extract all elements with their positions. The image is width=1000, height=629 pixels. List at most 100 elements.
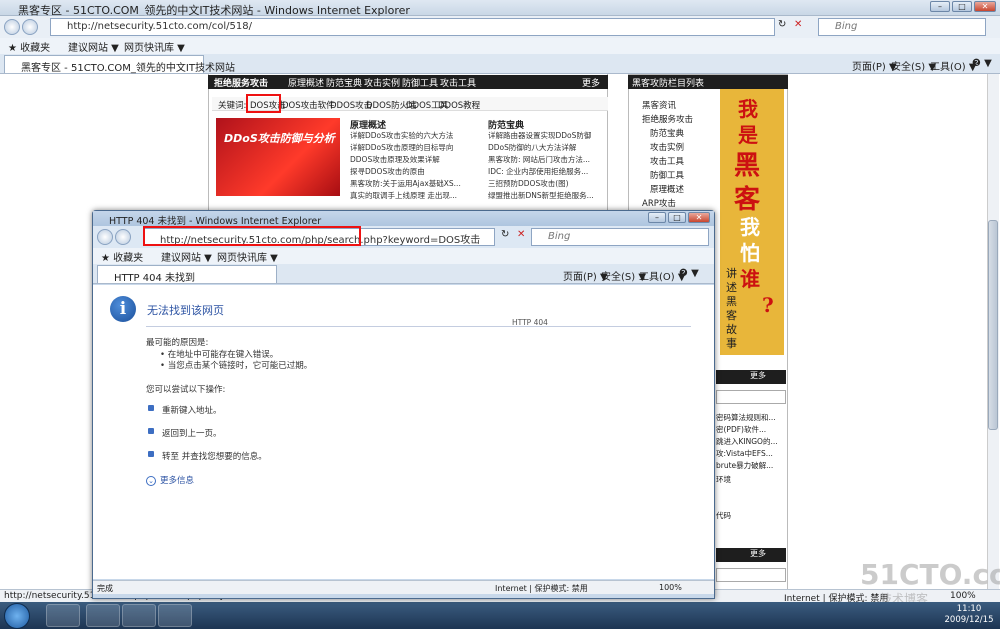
article-link[interactable]: 真实的取调手上线原理 走出现... — [350, 190, 470, 201]
back-button[interactable] — [4, 19, 20, 35]
nav-item[interactable]: 攻击实例 — [364, 76, 400, 89]
taskbar-app-icon[interactable] — [158, 604, 192, 627]
inner-help-menu[interactable]: ❷ ▼ — [679, 268, 699, 279]
minimize-button[interactable]: – — [930, 1, 950, 12]
maximize-button[interactable]: □ — [952, 1, 972, 12]
tools-menu[interactable]: 工具(O) ▼ — [930, 58, 977, 73]
side-link[interactable]: 环境 — [716, 474, 786, 485]
more-info-link[interactable]: ⌄ 更多信息 — [146, 474, 194, 486]
article-link[interactable]: 绿盟推出新DNS新型拒绝服务... — [488, 190, 608, 201]
page-menu[interactable]: 页面(P) ▼ — [852, 58, 897, 73]
start-button[interactable] — [4, 603, 30, 629]
inner-favorites-button[interactable]: ★ 收藏夹 — [101, 249, 143, 264]
side-link[interactable]: 代码 — [716, 510, 786, 521]
inner-close-button[interactable]: ✕ — [688, 212, 710, 223]
side-link[interactable]: brute暴力破解... — [716, 460, 786, 471]
action-bullet-icon — [148, 405, 154, 411]
outer-address-bar[interactable]: http://netsecurity.51cto.com/col/518/ — [50, 18, 775, 36]
site-nav-logo: 拒绝服务攻击 — [214, 79, 269, 89]
fav-item-suggested[interactable]: 建议网站 ▼ — [68, 39, 119, 54]
error-title: 无法找到该网页 — [147, 304, 224, 317]
article-link[interactable]: 探寻DDOS攻击的原由 — [350, 166, 470, 177]
side-item[interactable]: ARP攻击 — [642, 197, 676, 209]
article-link[interactable]: 黑客攻防: 网站后门攻击方法... — [488, 154, 608, 165]
taskbar-explorer-icon[interactable] — [86, 604, 120, 627]
outer-search-input[interactable]: Bing — [818, 18, 986, 36]
inner-forward-button[interactable] — [115, 229, 131, 245]
taskbar-media-icon[interactable] — [122, 604, 156, 627]
fav-item-webslice[interactable]: 网页快讯库 ▼ — [124, 39, 185, 54]
nav-item[interactable]: 防范宝典 — [326, 76, 362, 89]
forward-button[interactable] — [22, 19, 38, 35]
help-menu[interactable]: ❷ ▼ — [972, 58, 992, 69]
side-item[interactable]: 攻击工具 — [650, 155, 684, 167]
side-item[interactable]: 拒绝服务攻击 — [642, 113, 693, 125]
side-link[interactable]: 密(PDF)软件... — [716, 424, 786, 435]
inner-maximize-button[interactable]: □ — [668, 212, 686, 223]
nav-item[interactable]: 原理概述 — [288, 76, 324, 89]
outer-zoom[interactable]: 100% — [950, 591, 976, 601]
side-item[interactable]: 原理概述 — [650, 183, 684, 195]
ad-sub-char: 事 — [726, 337, 737, 350]
stop-icon[interactable]: ✕ — [794, 19, 802, 30]
side-item[interactable]: 黑客资讯 — [642, 99, 676, 111]
ad-char: 黑 — [734, 151, 761, 181]
nav-more-link[interactable]: 更多 — [582, 76, 600, 89]
article-link[interactable]: 三招预防DDOS攻击(图) — [488, 178, 608, 189]
side-advertisement[interactable]: 我 是 黑 客 我 怕 谁 ? 讲述黑客故事 — [720, 89, 784, 355]
outer-tab[interactable]: 黑客专区 - 51CTO.COM_领先的中文IT技术网站 — [4, 55, 235, 74]
inner-refresh-icon[interactable]: ↻ — [501, 229, 509, 240]
inner-back-button[interactable] — [97, 229, 113, 245]
inner-fav-item-webslice[interactable]: 网页快讯库 ▼ — [217, 249, 278, 264]
side-item[interactable]: 攻击实例 — [650, 141, 684, 153]
article-link[interactable]: 详解DDoS攻击原理的目标导向 — [350, 142, 470, 153]
banner-text: DDoS攻击防御与分析 — [224, 132, 335, 145]
inner-zoom[interactable]: 100% — [659, 583, 682, 592]
inner-search-input[interactable]: Bing — [531, 228, 709, 246]
side-item[interactable]: 防御工具 — [650, 169, 684, 181]
nav-item[interactable]: 攻击工具 — [440, 76, 476, 89]
side-link[interactable]: 跳进入KINGO的... — [716, 436, 786, 447]
side-link[interactable]: 攻:Vista中EFS... — [716, 448, 786, 459]
action-back-link[interactable]: 返回到上一页。 — [162, 427, 222, 439]
scrollbar-thumb[interactable] — [988, 220, 998, 430]
nav-item[interactable]: 防御工具 — [402, 76, 438, 89]
inner-tab[interactable]: HTTP 404 未找到 — [97, 265, 277, 284]
refresh-icon[interactable]: ↻ — [778, 19, 786, 30]
ad-sub-char: 讲 — [726, 267, 737, 280]
side-more-link[interactable]: 更多 — [750, 549, 766, 558]
taskbar-ie-icon[interactable] — [46, 604, 80, 627]
side-input-box-2[interactable] — [716, 568, 786, 582]
article-link[interactable]: DDoS防御的八大方法详解 — [488, 142, 608, 153]
inner-title-bar: HTTP 404 未找到 - Windows Internet Explorer… — [93, 211, 714, 227]
keyword-link[interactable]: DOS攻击软件 — [282, 99, 335, 111]
action-bullet-icon — [148, 451, 154, 457]
keyword-link[interactable]: DDOS教程 — [438, 99, 480, 111]
ad-char: 怕 — [740, 241, 760, 265]
chevron-down-icon: ⌄ — [146, 476, 156, 486]
taskbar-clock[interactable]: 11:10 2009/12/15 — [940, 604, 998, 627]
clock-time: 11:10 — [956, 604, 982, 614]
side-more-link[interactable]: 更多 — [750, 371, 766, 380]
action-item: 重新键入地址。 — [162, 406, 222, 416]
article-link[interactable]: 详解DDoS攻击实验的六大方法 — [350, 130, 470, 141]
inner-stop-icon[interactable]: ✕ — [517, 229, 525, 240]
side-link[interactable]: 密码算法规则和... — [716, 412, 786, 423]
side-item[interactable]: 防范宝典 — [650, 127, 684, 139]
article-link[interactable]: 黑客攻防:关于运用Ajax基础XS... — [350, 178, 470, 189]
side-input-box[interactable] — [716, 390, 786, 404]
inner-minimize-button[interactable]: – — [648, 212, 666, 223]
action-item[interactable]: 转至 并查找您想要的信息。 — [162, 450, 267, 462]
close-button[interactable]: ✕ — [974, 1, 996, 12]
keyword-label: 关键词: — [218, 101, 247, 111]
article-link[interactable]: DDOS攻击原理及效果详解 — [350, 154, 470, 165]
ad-char: ? — [762, 293, 774, 317]
inner-favorites-bar: ★ 收藏夹 建议网站 ▼ 网页快讯库 ▼ — [93, 248, 714, 264]
inner-status-zone: Internet | 保护模式: 禁用 — [495, 584, 588, 593]
article-link[interactable]: 详解路由器设置实现DDoS防御 — [488, 130, 608, 141]
inner-fav-item-suggested[interactable]: 建议网站 ▼ — [161, 249, 212, 264]
promo-banner[interactable]: DDoS攻击防御与分析 — [216, 118, 340, 196]
article-link[interactable]: IDC: 企业内部使用拒绝服务... — [488, 166, 608, 177]
reason-item: • 当您点击某个链接时，它可能已过期。 — [160, 361, 313, 371]
favorites-button[interactable]: ★ 收藏夹 — [8, 39, 50, 54]
